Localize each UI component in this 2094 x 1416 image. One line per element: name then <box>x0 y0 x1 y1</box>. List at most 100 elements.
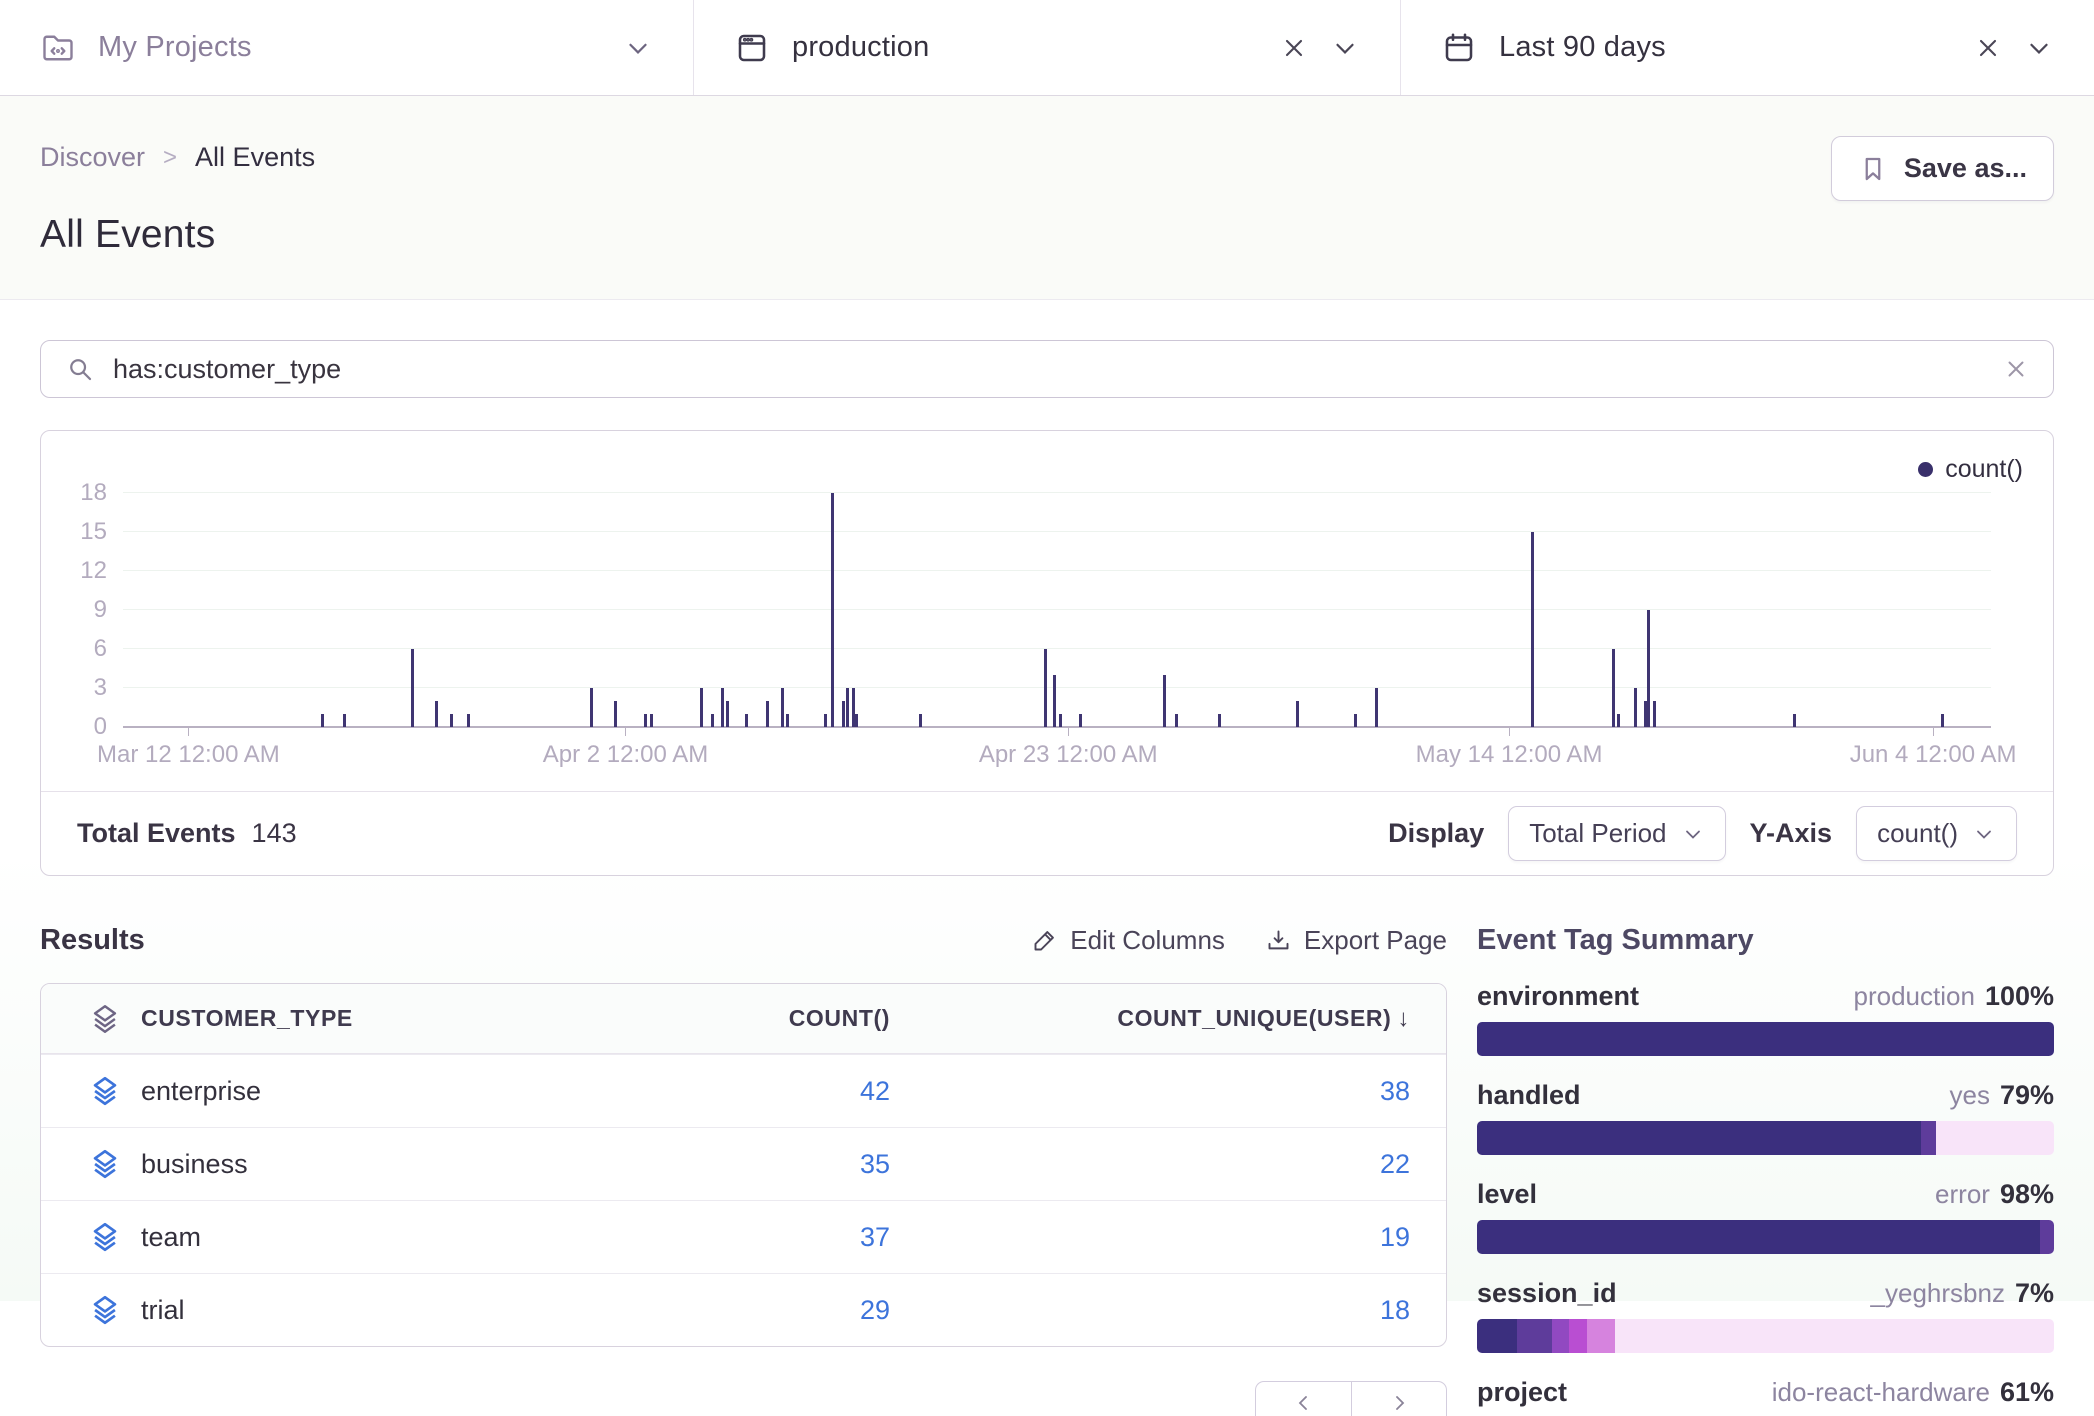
tag-top-percent: 100% <box>1985 981 2054 1012</box>
cell-count-link[interactable]: 35 <box>650 1149 890 1180</box>
chart-bar <box>435 701 438 727</box>
environment-selector-label: production <box>792 31 929 64</box>
total-events-value: 143 <box>252 818 297 849</box>
page-header: Discover > All Events All Events Save as… <box>0 96 2094 300</box>
x-axis-tick <box>625 727 626 736</box>
layers-icon[interactable] <box>69 1293 141 1327</box>
chevron-down-icon <box>1972 822 1996 846</box>
display-select[interactable]: Total Period <box>1508 806 1725 861</box>
chart-bar <box>1941 714 1944 727</box>
download-icon <box>1265 927 1292 954</box>
page-title: All Events <box>40 213 2054 257</box>
column-header-customer-type[interactable]: CUSTOMER_TYPE <box>141 1005 650 1032</box>
chart-bar <box>781 688 784 727</box>
tag-key: level <box>1477 1179 1537 1210</box>
table-row: business 35 22 <box>41 1127 1446 1200</box>
tag-top-value: _yeghrsbnz <box>1871 1278 2005 1309</box>
tag-top-percent: 98% <box>2000 1179 2054 1210</box>
cell-unique-link[interactable]: 38 <box>890 1076 1410 1107</box>
search-bar <box>40 340 2054 398</box>
gridline <box>123 492 1991 493</box>
x-axis-tick-label: May 14 12:00 AM <box>1416 741 1603 769</box>
chart-bar <box>343 714 346 727</box>
cell-count-link[interactable]: 42 <box>650 1076 890 1107</box>
date-range-selector[interactable]: Last 90 days <box>1400 0 2094 95</box>
breadcrumb-separator-icon: > <box>163 144 177 172</box>
layers-icon[interactable] <box>69 1220 141 1254</box>
pagination <box>40 1381 1447 1416</box>
tag-key: environment <box>1477 981 1639 1012</box>
chart-bar <box>1163 675 1166 727</box>
tag-top-value: ido-react-hardware <box>1772 1377 1990 1408</box>
chart-bar <box>1793 714 1796 727</box>
x-axis-tick <box>1068 727 1069 736</box>
tag-top-percent: 79% <box>2000 1080 2054 1111</box>
chart-bar <box>700 688 703 727</box>
tag-distribution-bar[interactable] <box>1477 1319 2054 1353</box>
column-header-count-unique[interactable]: COUNT_UNIQUE(USER)↓ <box>890 1005 1410 1033</box>
clear-environment-icon[interactable] <box>1280 34 1308 62</box>
tag-key: handled <box>1477 1080 1581 1111</box>
edit-columns-label: Edit Columns <box>1070 925 1225 956</box>
breadcrumb: Discover > All Events <box>40 142 2054 173</box>
environment-selector[interactable]: production <box>693 0 1400 95</box>
environment-window-icon <box>734 30 770 66</box>
display-select-value: Total Period <box>1529 818 1666 849</box>
chevron-down-icon <box>1681 822 1705 846</box>
chart-bar <box>590 688 593 727</box>
next-page-button[interactable] <box>1351 1381 1447 1416</box>
y-axis-tick-label: 15 <box>80 518 107 546</box>
tag-top-value: error <box>1935 1179 1990 1210</box>
tag-key: session_id <box>1477 1278 1617 1309</box>
chart-bar <box>644 714 647 727</box>
chevron-down-icon[interactable] <box>623 33 653 63</box>
cell-count-link[interactable]: 37 <box>650 1222 890 1253</box>
save-as-button[interactable]: Save as... <box>1831 136 2054 201</box>
chart-bar <box>1044 649 1047 727</box>
chart-legend[interactable]: count() <box>1918 455 2023 484</box>
search-input[interactable] <box>113 354 2003 385</box>
chevron-right-icon <box>1387 1391 1411 1415</box>
calendar-icon <box>1441 30 1477 66</box>
x-axis-tick-label: Jun 4 12:00 AM <box>1850 741 2017 769</box>
chevron-down-icon[interactable] <box>2024 33 2054 63</box>
save-as-label: Save as... <box>1904 153 2027 184</box>
cell-customer-type: trial <box>141 1295 650 1326</box>
chart-plot: 0369121518Mar 12 12:00 AMApr 2 12:00 AMA… <box>123 493 1991 727</box>
layers-icon[interactable] <box>69 1074 141 1108</box>
chart-bar <box>842 701 845 727</box>
tag-distribution-bar[interactable] <box>1477 1022 2054 1056</box>
table-row: enterprise 42 38 <box>41 1054 1446 1127</box>
breadcrumb-discover-link[interactable]: Discover <box>40 142 145 173</box>
tag-bar-segment <box>1921 1121 1935 1155</box>
cell-unique-link[interactable]: 18 <box>890 1295 1410 1326</box>
events-chart[interactable]: count() 0369121518Mar 12 12:00 AMApr 2 1… <box>41 431 2053 791</box>
search-icon <box>65 354 95 384</box>
project-selector[interactable]: My Projects <box>0 0 693 95</box>
layers-icon <box>69 1002 141 1036</box>
layers-icon[interactable] <box>69 1147 141 1181</box>
cell-unique-link[interactable]: 22 <box>890 1149 1410 1180</box>
chart-bar <box>1296 701 1299 727</box>
tag-summary-row: level error 98% <box>1477 1179 2054 1254</box>
chart-bar <box>824 714 827 727</box>
tag-distribution-bar[interactable] <box>1477 1220 2054 1254</box>
cell-unique-link[interactable]: 19 <box>890 1222 1410 1253</box>
date-range-label: Last 90 days <box>1499 31 1666 64</box>
tag-distribution-bar[interactable] <box>1477 1121 2054 1155</box>
export-page-button[interactable]: Export Page <box>1265 925 1447 956</box>
tag-bar-segment <box>1477 1022 2054 1056</box>
yaxis-select[interactable]: count() <box>1856 806 2017 861</box>
previous-page-button[interactable] <box>1255 1381 1351 1416</box>
chevron-down-icon[interactable] <box>1330 33 1360 63</box>
cell-count-link[interactable]: 29 <box>650 1295 890 1326</box>
legend-dot-icon <box>1918 462 1933 477</box>
export-page-label: Export Page <box>1304 925 1447 956</box>
cell-customer-type: business <box>141 1149 650 1180</box>
clear-date-range-icon[interactable] <box>1974 34 2002 62</box>
legend-label: count() <box>1945 455 2023 484</box>
clear-search-icon[interactable] <box>2003 356 2029 382</box>
edit-columns-button[interactable]: Edit Columns <box>1031 925 1225 956</box>
column-header-count[interactable]: COUNT() <box>650 1005 890 1032</box>
chart-bar <box>831 493 834 727</box>
